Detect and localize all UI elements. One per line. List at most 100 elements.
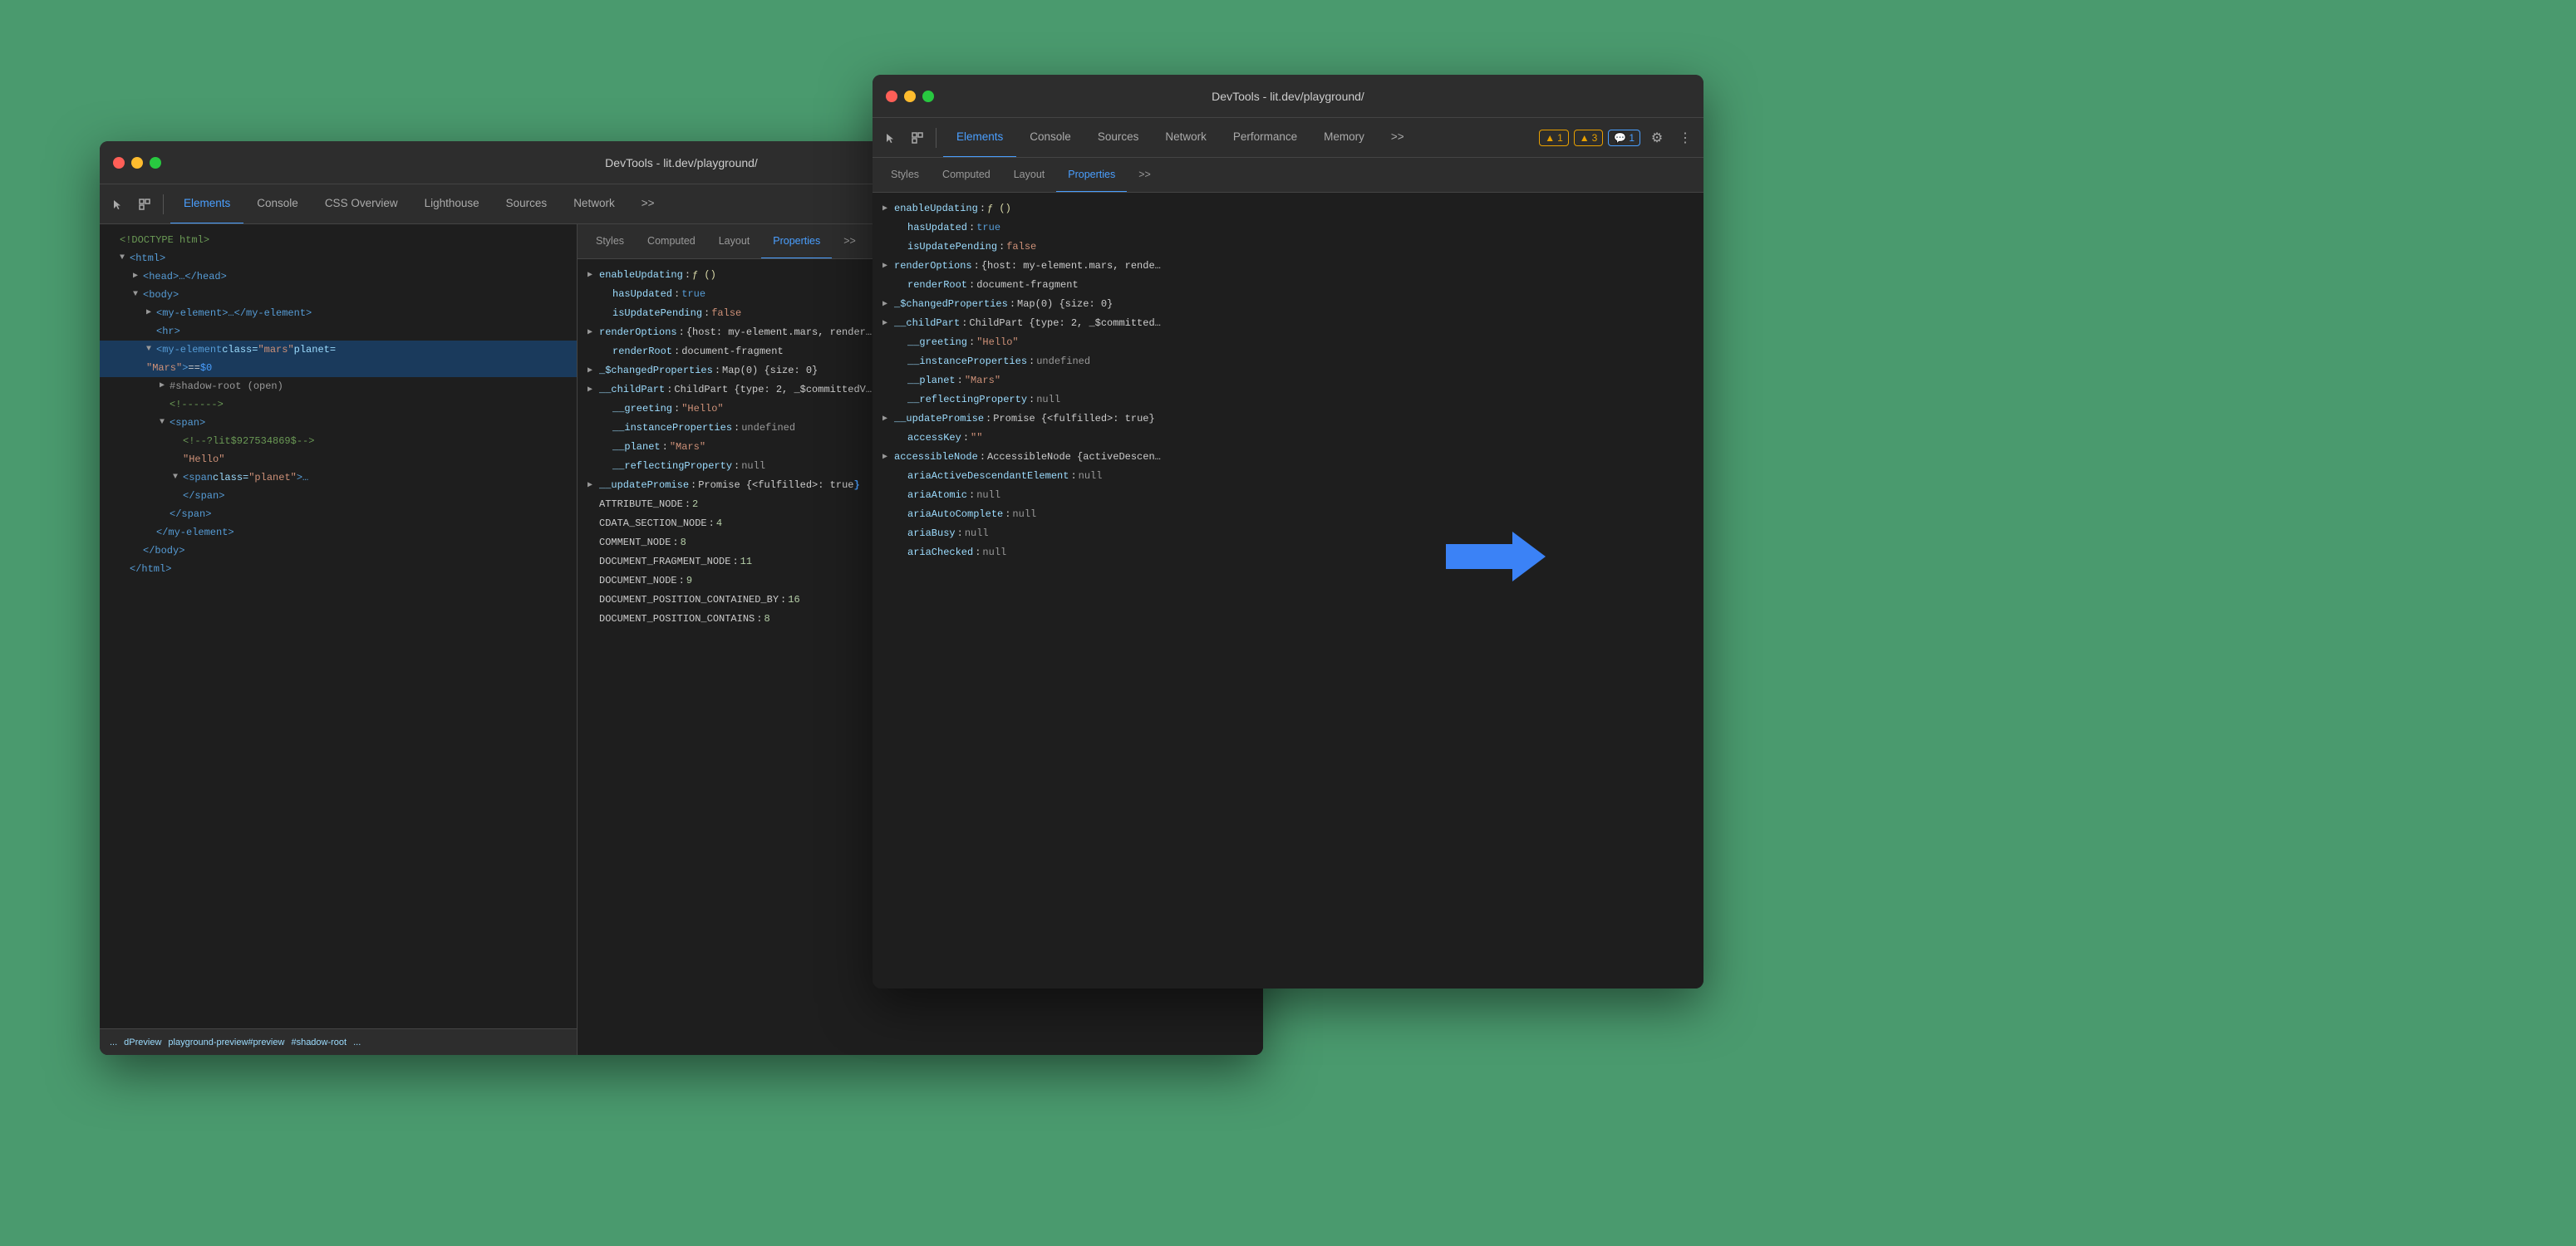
close-button-back[interactable] xyxy=(113,157,125,169)
warning-badge-front[interactable]: ▲ 1 xyxy=(1539,130,1569,146)
tab-performance-front[interactable]: Performance xyxy=(1220,118,1310,158)
title-bar-front: DevTools - lit.dev/playground/ xyxy=(873,75,1703,118)
panel-tabs-front: Styles Computed Layout Properties >> xyxy=(873,158,1703,193)
dom-line-body[interactable]: ▼ <body> xyxy=(100,286,577,304)
panel-tab-computed-front[interactable]: Computed xyxy=(931,158,1002,193)
breadcrumb-shadow-root[interactable]: #shadow-root xyxy=(291,1038,347,1047)
prop-triangle-renderOptions[interactable]: ▶ xyxy=(587,324,599,341)
toolbar-divider-1 xyxy=(163,194,164,214)
breadcrumb-preview[interactable]: playground-preview#preview xyxy=(168,1038,284,1047)
minimize-button-back[interactable] xyxy=(131,157,143,169)
inspect-icon[interactable] xyxy=(133,193,156,216)
toolbar-right-front: ▲ 1 ▲ 3 💬 1 ⚙ ⋮ xyxy=(1539,126,1697,150)
fp-row-hasUpdated: ▶ hasUpdated : true xyxy=(873,218,1703,238)
panel-tab-styles-back[interactable]: Styles xyxy=(584,224,636,259)
dom-line-span-close: ▶ </span> xyxy=(100,487,577,505)
panel-tab-properties-front[interactable]: Properties xyxy=(1056,158,1127,193)
dom-line-span-1[interactable]: ▼ <span> xyxy=(100,414,577,432)
tab-console-back[interactable]: Console xyxy=(243,184,312,224)
dom-line-html[interactable]: ▼ <html> xyxy=(100,249,577,267)
message-badge-front[interactable]: 💬 1 xyxy=(1608,130,1640,146)
main-content-front: Styles Computed Layout Properties >> ▶ e… xyxy=(873,158,1703,988)
warning-badge-front-2[interactable]: ▲ 3 xyxy=(1574,130,1604,146)
cursor-icon[interactable] xyxy=(106,193,130,216)
breadcrumb-bar: ... dPreview playground-preview#preview … xyxy=(100,1028,577,1055)
maximize-button-front[interactable] xyxy=(922,91,934,102)
fp-row-updatePromise[interactable]: ▶ __updatePromise : Promise {<fulfilled>… xyxy=(873,410,1703,429)
dom-line-hr[interactable]: ▶ <hr> xyxy=(100,322,577,341)
traffic-lights-front xyxy=(886,91,934,102)
fp-triangle-renderOptions[interactable]: ▶ xyxy=(882,258,894,275)
tab-more-back[interactable]: >> xyxy=(628,184,668,224)
fp-row-childPart[interactable]: ▶ __childPart : ChildPart {type: 2, _$co… xyxy=(873,314,1703,333)
tab-network-back[interactable]: Network xyxy=(560,184,628,224)
more-icon-front[interactable]: ⋮ xyxy=(1674,126,1697,150)
panel-tab-properties-back[interactable]: Properties xyxy=(761,224,832,259)
inspect-icon-front[interactable] xyxy=(906,126,929,150)
dom-line-doctype: <!DOCTYPE html> xyxy=(100,231,577,249)
prop-triangle-childPart[interactable]: ▶ xyxy=(587,381,599,399)
fp-row-ariaChecked: ▶ ariaChecked : null xyxy=(873,543,1703,562)
tab-console-front[interactable]: Console xyxy=(1016,118,1084,158)
panel-tab-styles-front[interactable]: Styles xyxy=(879,158,931,193)
dom-line-body-close: ▶ </body> xyxy=(100,542,577,560)
breadcrumb-dpreview[interactable]: dPreview xyxy=(124,1038,161,1047)
dom-line-head[interactable]: ▶ <head>…</head> xyxy=(100,267,577,286)
toolbar-front: Elements Console Sources Network Perform… xyxy=(873,118,1703,158)
prop-triangle-enableUpdating[interactable]: ▶ xyxy=(587,267,599,284)
fp-row-enableUpdating[interactable]: ▶ enableUpdating : ƒ () xyxy=(873,199,1703,218)
traffic-lights-back xyxy=(113,157,161,169)
tab-lighthouse-back[interactable]: Lighthouse xyxy=(411,184,493,224)
tab-elements-back[interactable]: Elements xyxy=(170,184,243,224)
dom-line-my-element-1[interactable]: ▶ <my-element>…</my-element> xyxy=(100,304,577,322)
properties-panel-front: Styles Computed Layout Properties >> ▶ e… xyxy=(873,158,1703,988)
fp-triangle-updatePromise[interactable]: ▶ xyxy=(882,410,894,428)
panel-tab-more-back[interactable]: >> xyxy=(832,224,868,259)
panel-tab-layout-back[interactable]: Layout xyxy=(707,224,762,259)
tab-sources-front[interactable]: Sources xyxy=(1084,118,1153,158)
fp-row-renderOptions[interactable]: ▶ renderOptions : {host: my-element.mars… xyxy=(873,257,1703,276)
tab-css-overview-back[interactable]: CSS Overview xyxy=(312,184,411,224)
tab-list-front: Elements Console Sources Network Perform… xyxy=(943,118,1536,158)
dom-line-my-element-2[interactable]: ▼ <my-element class="mars" planet= xyxy=(100,341,577,359)
window-title-front: DevTools - lit.dev/playground/ xyxy=(886,90,1690,103)
dom-line-span-planet[interactable]: ▼ <span class="planet">… xyxy=(100,468,577,487)
tab-network-front[interactable]: Network xyxy=(1152,118,1220,158)
dom-line-comment-empty: ▶ <!------> xyxy=(100,395,577,414)
panel-tab-layout-front[interactable]: Layout xyxy=(1002,158,1057,193)
fp-row-ariaActiveDescendant: ▶ ariaActiveDescendantElement : null xyxy=(873,467,1703,486)
fp-row-ariaAutoComplete: ▶ ariaAutoComplete : null xyxy=(873,505,1703,524)
fp-triangle-accessibleNode[interactable]: ▶ xyxy=(882,449,894,466)
fp-row-changedProperties[interactable]: ▶ _$changedProperties : Map(0) {size: 0} xyxy=(873,295,1703,314)
fp-row-reflectingProperty: ▶ __reflectingProperty : null xyxy=(873,390,1703,410)
cursor-icon-front[interactable] xyxy=(879,126,902,150)
dom-tree[interactable]: <!DOCTYPE html> ▼ <html> ▶ <head>…</head… xyxy=(100,224,577,1028)
tab-more-front[interactable]: >> xyxy=(1378,118,1418,158)
breadcrumb-more[interactable]: ... xyxy=(110,1038,117,1047)
panel-tab-computed-back[interactable]: Computed xyxy=(636,224,707,259)
dom-line-my-element-2-cont: "Mars"> == $0 xyxy=(100,359,577,377)
prop-triangle-changedProperties[interactable]: ▶ xyxy=(587,362,599,380)
panel-tab-more-front[interactable]: >> xyxy=(1127,158,1163,193)
fp-row-renderRoot: ▶ renderRoot : document-fragment xyxy=(873,276,1703,295)
fp-triangle-childPart[interactable]: ▶ xyxy=(882,315,894,332)
fp-triangle-enableUpdating[interactable]: ▶ xyxy=(882,200,894,218)
fp-triangle-changedProperties[interactable]: ▶ xyxy=(882,296,894,313)
dom-line-shadow-root[interactable]: ▶ #shadow-root (open) xyxy=(100,377,577,395)
breadcrumb-end[interactable]: ... xyxy=(353,1038,361,1047)
properties-content-front[interactable]: ▶ enableUpdating : ƒ () ▶ hasUpdated : t… xyxy=(873,193,1703,988)
minimize-button-front[interactable] xyxy=(904,91,916,102)
fp-row-greeting: ▶ __greeting : "Hello" xyxy=(873,333,1703,352)
close-button-front[interactable] xyxy=(886,91,897,102)
fp-row-instanceProperties: ▶ __instanceProperties : undefined xyxy=(873,352,1703,371)
prop-triangle-updatePromise[interactable]: ▶ xyxy=(587,477,599,494)
settings-icon-front[interactable]: ⚙ xyxy=(1645,126,1669,150)
tab-sources-back[interactable]: Sources xyxy=(493,184,561,224)
fp-row-ariaAtomic: ▶ ariaAtomic : null xyxy=(873,486,1703,505)
fp-row-accessibleNode[interactable]: ▶ accessibleNode : AccessibleNode {activ… xyxy=(873,448,1703,467)
tab-elements-front[interactable]: Elements xyxy=(943,118,1016,158)
dom-line-hello: ▶ "Hello" xyxy=(100,450,577,468)
dom-panel: <!DOCTYPE html> ▼ <html> ▶ <head>…</head… xyxy=(100,224,578,1055)
tab-memory-front[interactable]: Memory xyxy=(1310,118,1378,158)
maximize-button-back[interactable] xyxy=(150,157,161,169)
